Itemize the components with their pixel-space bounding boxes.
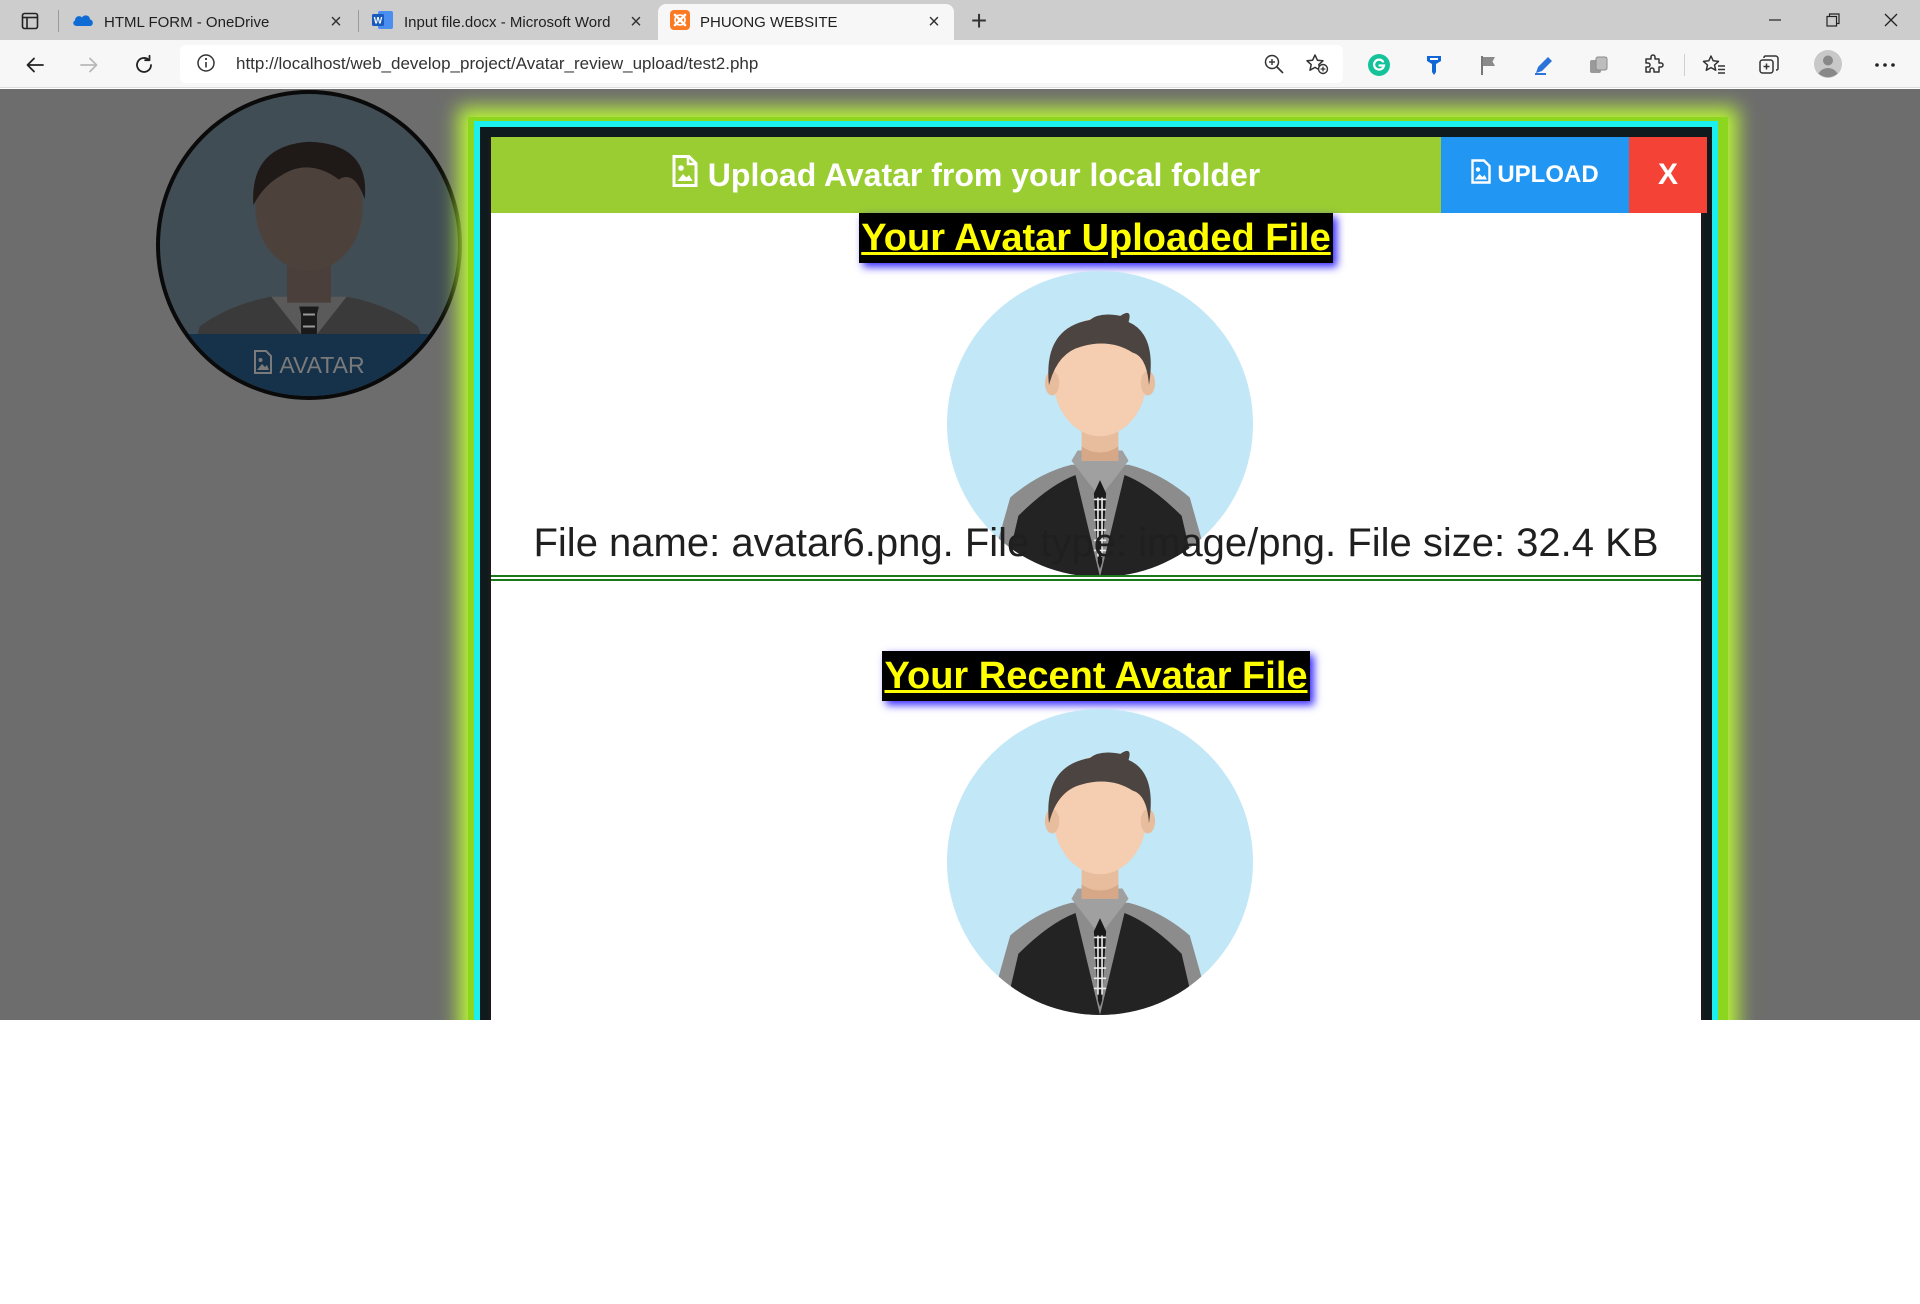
- tab-title: Input file.docx - Microsoft Word: [404, 13, 611, 31]
- recent-avatar-image: [947, 709, 1253, 1015]
- tab-separator: [358, 10, 359, 32]
- tab-separator: [58, 10, 59, 32]
- grammarly-icon[interactable]: [1366, 52, 1392, 78]
- avatar-label: AVATAR: [279, 351, 365, 378]
- recent-heading: Your Recent Avatar File: [882, 651, 1310, 701]
- modal-body: Upload Avatar from your local folder UPL…: [488, 137, 1707, 1020]
- forward-icon[interactable]: [72, 48, 106, 82]
- zoom-icon[interactable]: [1263, 53, 1285, 80]
- collections-extension-icon[interactable]: [1586, 52, 1612, 78]
- minimize-icon[interactable]: [1752, 4, 1798, 36]
- upload-button[interactable]: UPLOAD: [1441, 137, 1629, 213]
- restore-icon[interactable]: [1810, 4, 1856, 36]
- add-favorite-icon[interactable]: [1305, 53, 1329, 80]
- modal-title: Upload Avatar from your local folder: [707, 156, 1261, 193]
- tab-onedrive[interactable]: HTML FORM - OneDrive ×: [60, 4, 356, 40]
- url-text[interactable]: http://localhost/web_develop_project/Ava…: [236, 54, 758, 74]
- flag-icon[interactable]: [1476, 52, 1502, 78]
- word-icon: W: [372, 10, 394, 34]
- uploaded-heading: Your Avatar Uploaded File: [859, 213, 1333, 263]
- extensions-icon[interactable]: [1641, 52, 1667, 78]
- xampp-icon: [670, 10, 690, 34]
- sidebar-avatar[interactable]: AVATAR: [156, 90, 462, 400]
- image-file-icon: [672, 155, 698, 195]
- section-divider: [491, 575, 1701, 581]
- favorites-icon[interactable]: [1701, 52, 1727, 78]
- collections-icon[interactable]: [1756, 52, 1782, 78]
- uploaded-heading-row: Your Avatar Uploaded File: [491, 213, 1701, 263]
- file-info-text: File name: avatar6.png. File type: image…: [533, 521, 1659, 565]
- site-info-icon[interactable]: [196, 53, 216, 78]
- tab-close-icon[interactable]: ×: [624, 10, 648, 34]
- tab-title: PHUONG WEBSITE: [700, 13, 838, 31]
- tab-phuong-website[interactable]: PHUONG WEBSITE ×: [658, 4, 954, 40]
- blank-area: [0, 1020, 1920, 1304]
- browser-toolbar: http://localhost/web_develop_project/Ava…: [0, 40, 1920, 88]
- close-modal-button[interactable]: X: [1629, 137, 1707, 213]
- back-icon[interactable]: [18, 48, 52, 82]
- page-content: AVATAR Upload Avatar from your local fol…: [0, 89, 1920, 1020]
- toolbar-separator: [1684, 54, 1685, 76]
- image-file-icon: [253, 350, 273, 380]
- profile-avatar[interactable]: [1813, 49, 1843, 79]
- close-window-icon[interactable]: [1868, 4, 1914, 36]
- more-options-icon[interactable]: [1872, 52, 1898, 78]
- upload-button-label: UPLOAD: [1497, 161, 1599, 188]
- tab-close-icon[interactable]: ×: [324, 10, 348, 34]
- address-bar[interactable]: http://localhost/web_develop_project/Ava…: [180, 45, 1343, 83]
- extension-pin-icon[interactable]: [1421, 52, 1447, 78]
- tab-close-icon[interactable]: ×: [922, 10, 946, 34]
- avatar-caption[interactable]: AVATAR: [160, 334, 458, 396]
- new-tab-icon[interactable]: +: [964, 5, 994, 36]
- svg-text:W: W: [374, 16, 383, 26]
- modal-header: Upload Avatar from your local folder: [491, 137, 1441, 213]
- pen-icon[interactable]: [1531, 52, 1557, 78]
- tab-word[interactable]: W Input file.docx - Microsoft Word ×: [360, 4, 656, 40]
- tab-title: HTML FORM - OneDrive: [104, 13, 270, 31]
- upload-avatar-modal: Upload Avatar from your local folder UPL…: [474, 121, 1718, 1020]
- recent-heading-row: Your Recent Avatar File: [491, 651, 1701, 701]
- image-file-icon: [1471, 159, 1492, 191]
- refresh-icon[interactable]: [127, 48, 161, 82]
- browser-tab-bar: HTML FORM - OneDrive × W Input file.docx…: [0, 0, 1920, 40]
- tab-actions-icon[interactable]: [14, 8, 46, 34]
- onedrive-icon: [72, 13, 94, 31]
